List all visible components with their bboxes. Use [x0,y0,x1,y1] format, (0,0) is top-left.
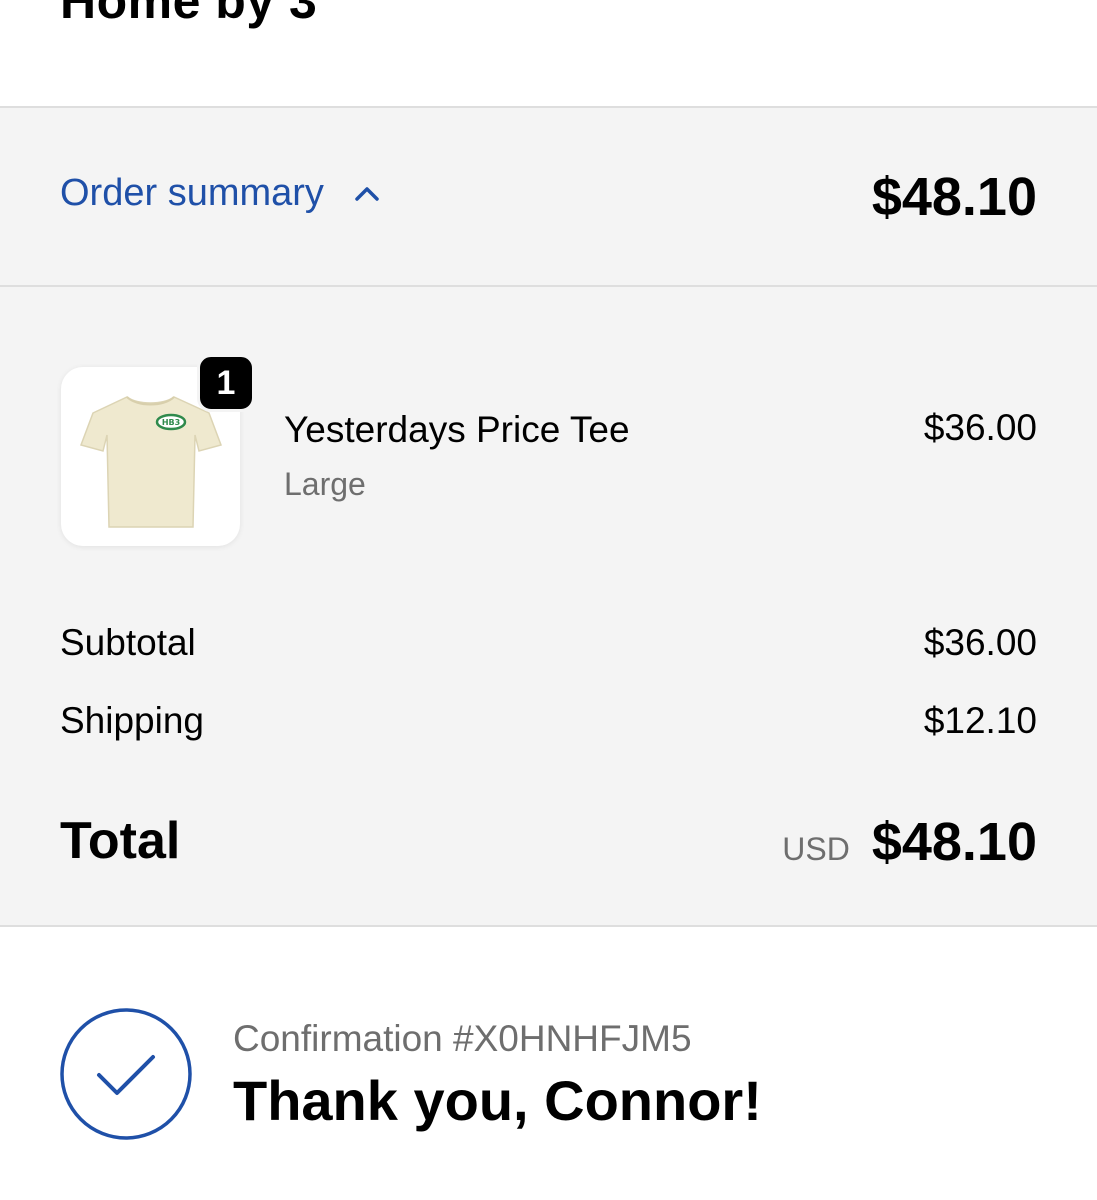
thank-you-heading: Thank you, Connor! [233,1069,762,1132]
product-price: $36.00 [923,407,1037,448]
total-value: $48.10 [871,812,1037,872]
thumbnail-logo-text: HB3 [162,418,180,427]
store-header: Home by 3 [0,0,1097,108]
summary-total-price: $48.10 [871,167,1037,227]
chevron-up-icon [352,179,382,209]
store-name: Home by 3 [60,0,318,29]
total-amount-group: USD $48.10 [782,811,1037,873]
subtotal-value: $36.00 [923,622,1037,663]
quantity-badge: 1 [197,354,255,412]
product-name: Yesterdays Price Tee [284,409,630,450]
checkmark-circle-icon [59,1007,193,1141]
order-summary-label: Order summary [60,172,324,214]
subtotal-label: Subtotal [60,622,196,663]
currency-code: USD [782,831,850,867]
order-summary-toggle[interactable]: Order summary [60,172,382,215]
confirmation-number: Confirmation #X0HNHFJM5 [233,1018,692,1059]
product-variant: Large [284,466,366,502]
shipping-label: Shipping [60,700,205,741]
order-summary-details: HB3 1 Yesterdays Price Tee Large $36.00 … [0,287,1097,927]
order-summary-bar[interactable]: Order summary $48.10 [0,108,1097,287]
total-label: Total [60,812,181,870]
shipping-value: $12.10 [923,700,1037,741]
